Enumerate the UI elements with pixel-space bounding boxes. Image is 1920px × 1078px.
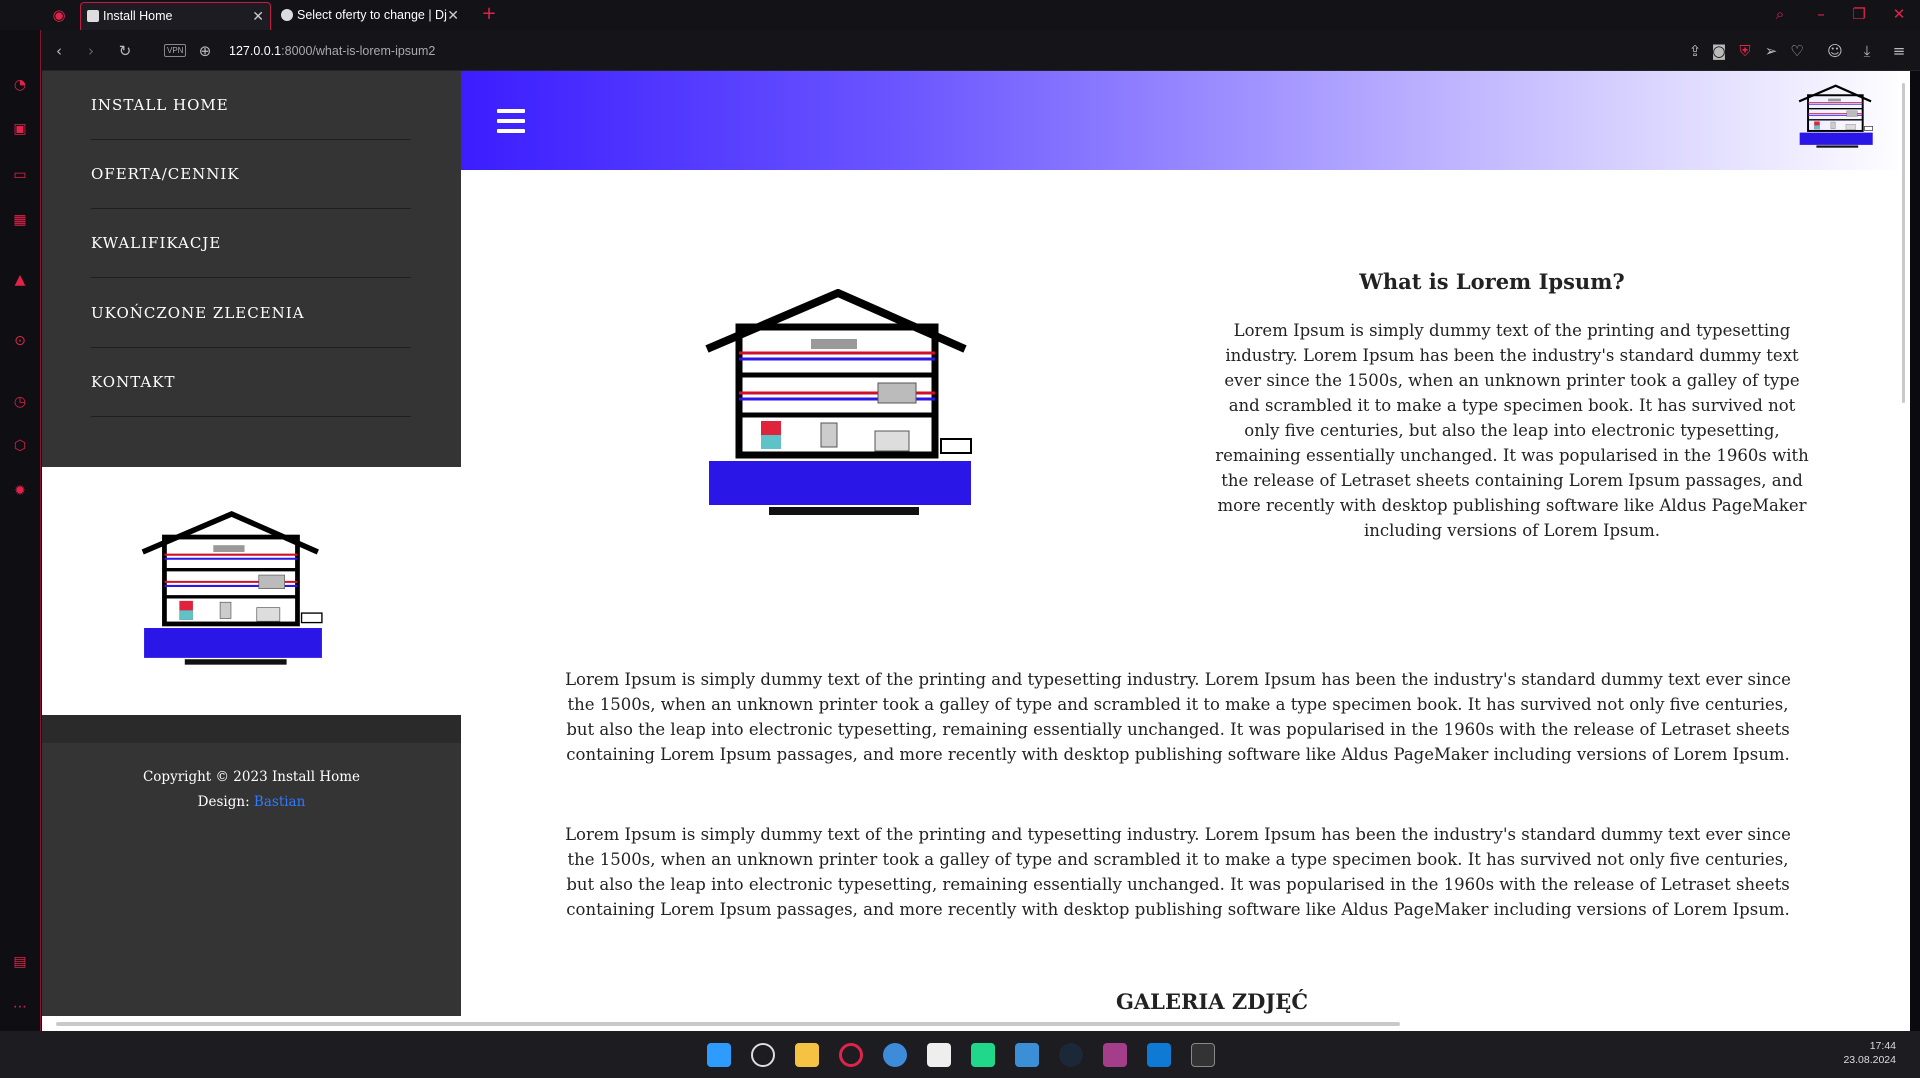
minimize-icon[interactable]: –: [1812, 5, 1830, 23]
header-logo-image[interactable]: [1798, 77, 1890, 157]
nav-item-oferta-cennik[interactable]: OFERTA/CENNIK: [91, 140, 411, 209]
steam-icon[interactable]: [1059, 1043, 1083, 1067]
aria-icon[interactable]: ▲: [11, 271, 29, 289]
restore-icon[interactable]: ❐: [1850, 5, 1868, 23]
share-icon[interactable]: ⇪: [1686, 42, 1704, 60]
windows-taskbar: [0, 1031, 1920, 1078]
close-tab-icon[interactable]: ✕: [447, 2, 459, 28]
clock-date: 23.08.2024: [1843, 1054, 1896, 1066]
nav-item-install-home[interactable]: INSTALL HOME: [91, 71, 411, 140]
shopping-bag-icon[interactable]: ▣: [11, 120, 29, 138]
snipping-tool-icon[interactable]: [927, 1043, 951, 1067]
twitch-icon[interactable]: ▭: [11, 166, 29, 184]
copyright-block: Copyright © 2023 Install Home Design: Ba…: [42, 765, 461, 815]
bookmark-heart-icon[interactable]: ♡: [1788, 42, 1806, 60]
app-icon[interactable]: [883, 1043, 907, 1067]
page-favicon-icon: [87, 10, 99, 22]
send-icon[interactable]: ➢: [1762, 42, 1780, 60]
search-tabs-icon[interactable]: ⌕: [1771, 5, 1789, 23]
close-tab-icon[interactable]: ✕: [252, 3, 264, 29]
tab-label: Select oferty to change | Dj: [297, 8, 447, 22]
nav-item-ukonczone-zlecenia[interactable]: UKOŃCZONE ZLECENIA: [91, 279, 411, 348]
opera-browser-icon[interactable]: [839, 1043, 863, 1067]
article-paragraph: Lorem Ipsum is simply dummy text of the …: [565, 825, 1791, 919]
design-author-link[interactable]: Bastian: [254, 794, 305, 810]
system-clock[interactable]: 17:44 23.08.2024: [1843, 1039, 1896, 1067]
new-tab-icon[interactable]: +: [480, 5, 498, 23]
gallery-icon[interactable]: ▤: [11, 953, 29, 971]
settings-icon[interactable]: ✹: [11, 482, 29, 500]
page-viewport: INSTALL HOME OFERTA/CENNIK KWALIFIKACJE …: [42, 71, 1910, 1016]
django-favicon-icon: [281, 9, 293, 21]
speed-dial-icon[interactable]: ◔: [11, 76, 29, 94]
profile-icon[interactable]: ☺: [1826, 42, 1844, 60]
downloads-icon[interactable]: ⤓: [1858, 42, 1876, 60]
sidebar-logo: [42, 467, 461, 715]
gallery-heading: GALERIA ZDJĘĆ: [1115, 989, 1309, 1014]
design-label: Design:: [197, 794, 250, 810]
tab-bar: ◉ Install Home ✕ Select oferty to change…: [0, 0, 1920, 30]
url-field[interactable]: 127.0.0.1:8000/what-is-lorem-ipsum2: [229, 44, 435, 58]
main-logo-image: [705, 289, 972, 515]
design-credit: Design: Bastian: [42, 790, 461, 815]
snapshot-icon[interactable]: ◙: [1710, 42, 1728, 60]
browser-sidebar: O ◔ ▣ ▭ ▦ ▲ ⊙ ◷ ⬡ ✹ ▤ ⋯: [0, 0, 41, 1031]
start-menu-icon[interactable]: [707, 1043, 731, 1067]
article-intro-paragraph: Lorem Ipsum is simply dummy text of the …: [1215, 321, 1809, 540]
side-navigation: INSTALL HOME OFERTA/CENNIK KWALIFIKACJE …: [42, 71, 461, 1016]
nav-item-kwalifikacje[interactable]: KWALIFIKACJE: [91, 209, 411, 278]
vertical-scrollbar[interactable]: [1898, 71, 1910, 1016]
vscode-icon[interactable]: [1147, 1043, 1171, 1067]
install-home-logo-image: [141, 511, 323, 665]
back-icon[interactable]: ‹: [50, 42, 68, 60]
terminal-icon[interactable]: [1191, 1043, 1215, 1067]
horizontal-scrollbar[interactable]: [42, 1016, 1910, 1031]
winrar-icon[interactable]: [1103, 1043, 1127, 1067]
calendar-icon[interactable]: ▦: [11, 211, 29, 229]
vpn-badge[interactable]: VPN: [164, 44, 187, 57]
site-info-icon[interactable]: ⊕: [196, 42, 214, 60]
file-explorer-icon[interactable]: [795, 1043, 819, 1067]
footer-divider: [42, 715, 461, 743]
tab-select-oferty[interactable]: Select oferty to change | Dj ✕: [275, 2, 465, 30]
header-banner: [461, 71, 1910, 170]
reload-icon[interactable]: ↻: [116, 42, 134, 60]
pycharm-icon[interactable]: [971, 1043, 995, 1067]
notepad-icon[interactable]: [1015, 1043, 1039, 1067]
hamburger-menu-icon[interactable]: [497, 109, 525, 133]
close-window-icon[interactable]: ✕: [1890, 5, 1908, 23]
url-path: :8000/what-is-lorem-ipsum2: [281, 44, 436, 58]
clock-time: 17:44: [1869, 1040, 1896, 1052]
article-title: What is Lorem Ipsum?: [1359, 269, 1625, 294]
copyright-text: Copyright © 2023 Install Home: [142, 769, 361, 785]
tab-label: Install Home: [103, 9, 173, 23]
workspace-icon[interactable]: ◉: [50, 6, 68, 24]
article-paragraph: Lorem Ipsum is simply dummy text of the …: [565, 670, 1791, 764]
forward-icon[interactable]: ›: [82, 42, 100, 60]
tab-install-home[interactable]: Install Home ✕: [80, 2, 271, 30]
extensions-icon[interactable]: ⬡: [11, 437, 29, 455]
url-host: 127.0.0.1: [229, 44, 282, 58]
history-icon[interactable]: ◷: [11, 393, 29, 411]
easy-setup-icon[interactable]: ≡: [1890, 42, 1908, 60]
adblock-icon[interactable]: ⛨: [1736, 42, 1754, 60]
nav-item-kontakt[interactable]: KONTAKT: [91, 348, 411, 417]
player-icon[interactable]: ⊙: [11, 332, 29, 350]
search-icon[interactable]: [751, 1043, 775, 1067]
more-icon[interactable]: ⋯: [11, 998, 29, 1016]
